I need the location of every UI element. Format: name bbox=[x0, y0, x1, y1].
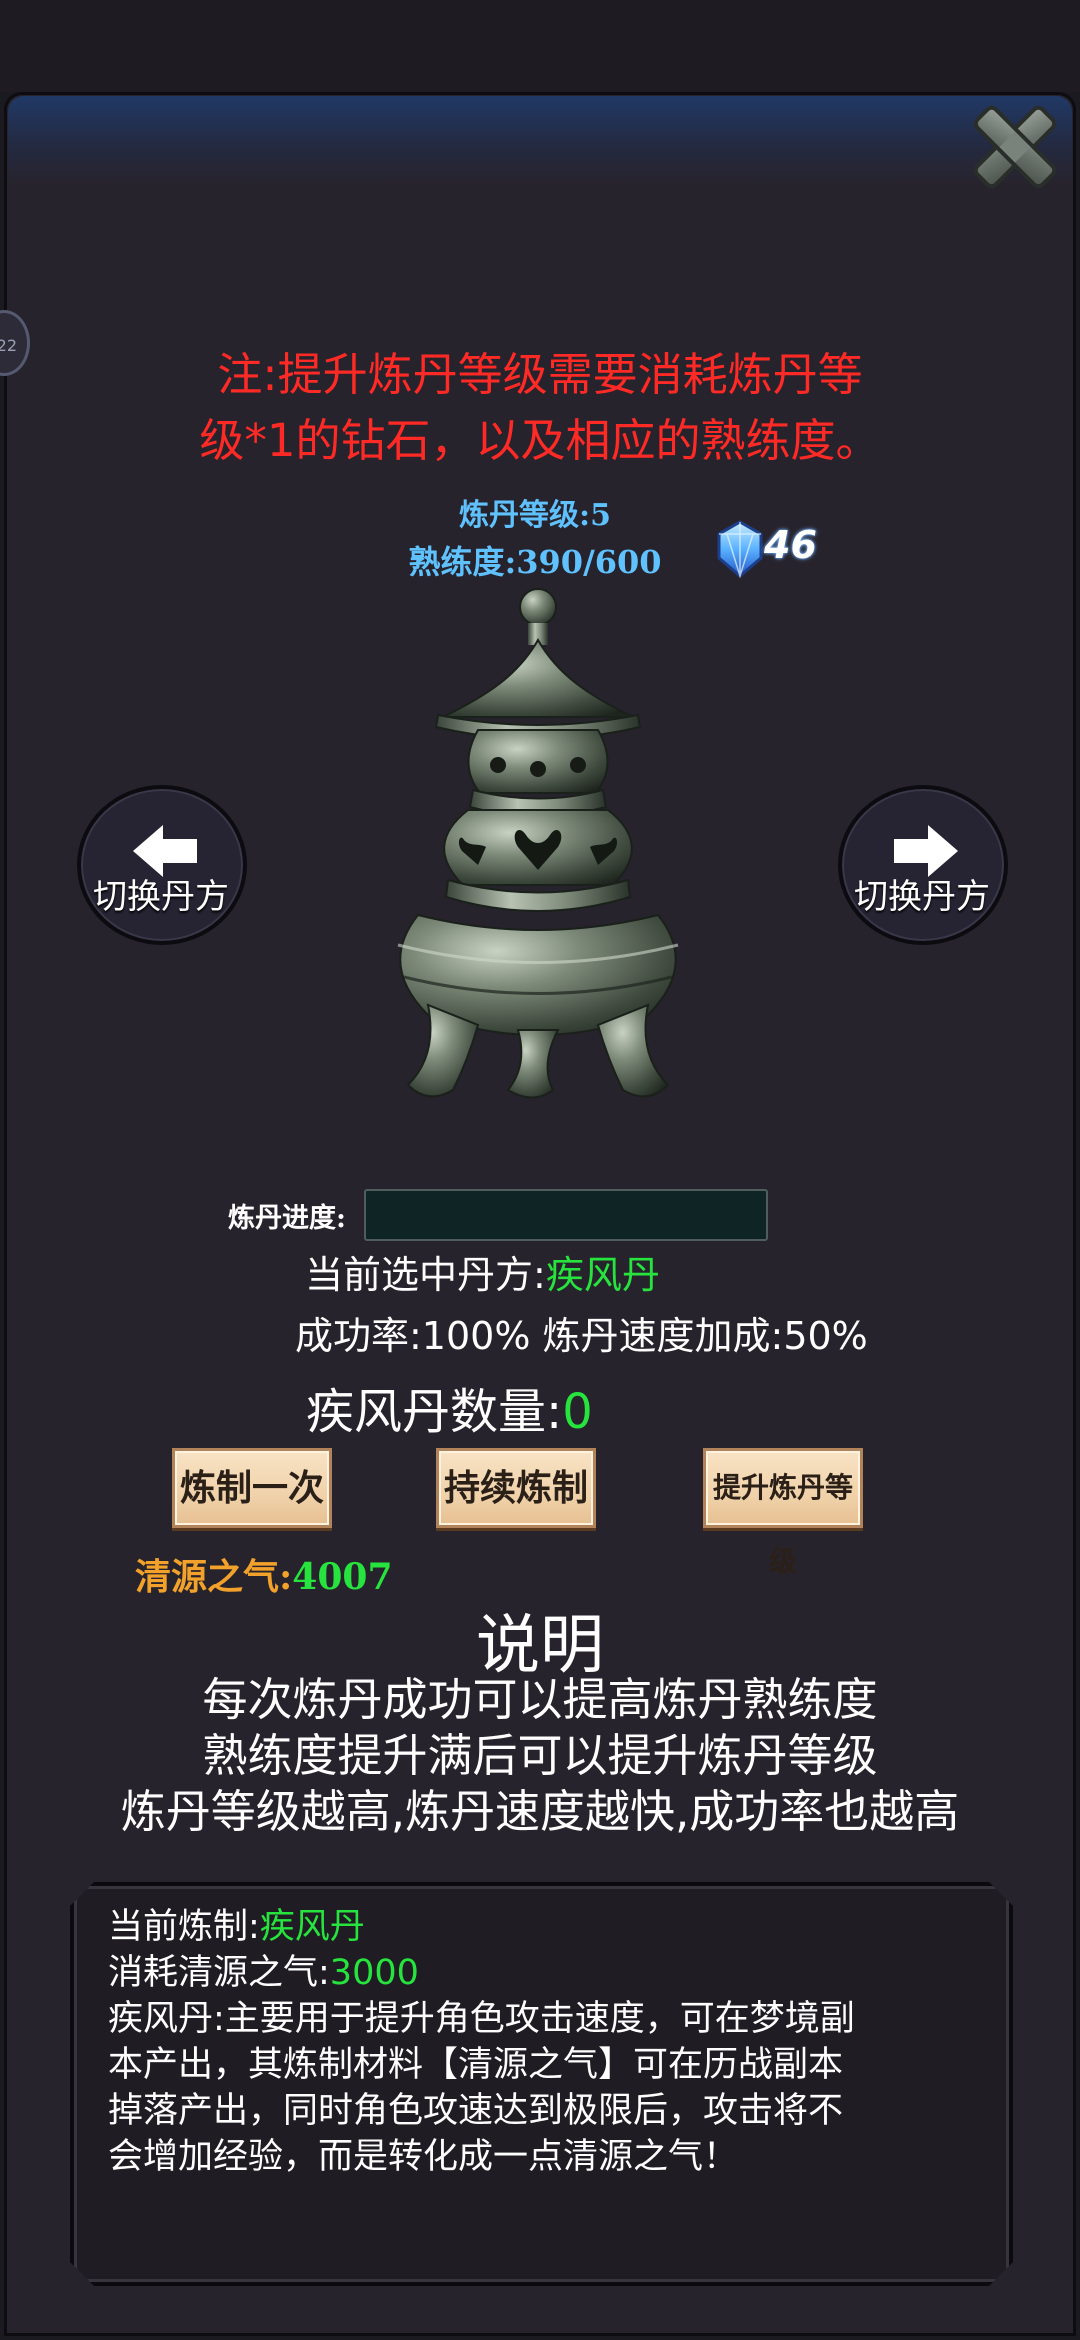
close-button[interactable] bbox=[960, 92, 1070, 202]
recipe-info-text: 当前炼制:疾风丹 消耗清源之气:3000 疾风丹:主要用于提升角色攻击速度，可在… bbox=[108, 1904, 988, 2180]
notice-line-1: 注:提升炼丹等级需要消耗炼丹等 bbox=[217, 348, 863, 401]
craft-continuous-button[interactable]: 持续炼制 bbox=[436, 1448, 596, 1528]
cost-label: 消耗清源之气: bbox=[108, 1953, 330, 1993]
level-value: 5 bbox=[590, 498, 611, 533]
cost-value: 3000 bbox=[329, 1953, 419, 1993]
description-line: 炼丹等级越高,炼丹速度越快,成功率也越高 bbox=[120, 1785, 960, 1838]
pill-count-value: 0 bbox=[562, 1384, 593, 1440]
current-craft-line: 当前炼制:疾风丹 bbox=[108, 1904, 988, 1950]
notice-line-2: 级*1的钻石，以及相应的熟练度。 bbox=[199, 414, 881, 467]
recipe-info-box: 当前炼制:疾风丹 消耗清源之气:3000 疾风丹:主要用于提升角色攻击速度，可在… bbox=[70, 1882, 1013, 2286]
description-line: 熟练度提升满后可以提升炼丹等级 bbox=[202, 1729, 878, 1782]
diamond-icon bbox=[717, 520, 763, 578]
craft-once-button[interactable]: 炼制一次 bbox=[172, 1448, 332, 1528]
info-body-line: 本产出，其炼制材料【清源之气】可在历战副本 bbox=[108, 2045, 844, 2085]
switch-left-label: 切换丹方 bbox=[93, 877, 229, 917]
switch-recipe-right-button[interactable]: 切换丹方 bbox=[838, 785, 1008, 945]
alchemy-progress-bar bbox=[364, 1189, 768, 1241]
switch-recipe-left-button[interactable]: 切换丹方 bbox=[77, 785, 247, 945]
info-body-line: 掉落产出，同时角色攻速达到极限后，攻击将不 bbox=[108, 2091, 844, 2131]
alchemy-level: 炼丹等级:5 bbox=[380, 490, 690, 534]
current-craft-value: 疾风丹 bbox=[259, 1907, 365, 1947]
close-icon bbox=[973, 105, 1057, 189]
progress-label: 炼丹进度: bbox=[228, 1203, 346, 1234]
description-line: 每次炼丹成功可以提高炼丹熟练度 bbox=[202, 1673, 878, 1726]
upgrade-level-button[interactable]: 提升炼丹等级 bbox=[703, 1448, 863, 1578]
switch-right-label: 切换丹方 bbox=[854, 877, 990, 917]
pill-count-label: 疾风丹数量: bbox=[306, 1384, 563, 1440]
info-body-line: 会增加经验，而是转化成一点清源之气！ bbox=[108, 2137, 739, 2177]
description-lines: 每次炼丹成功可以提高炼丹熟练度 熟练度提升满后可以提升炼丹等级 炼丹等级越高,炼… bbox=[0, 1672, 1080, 1840]
proficiency: 熟练度:390/600 bbox=[380, 537, 690, 583]
current-craft-label: 当前炼制: bbox=[108, 1907, 260, 1947]
selected-recipe-value: 疾风丹 bbox=[545, 1253, 660, 1297]
success-rate-line: 成功率:100% 炼丹速度加成:50% bbox=[295, 1314, 868, 1358]
info-body-line: 疾风丹:主要用于提升角色攻击速度，可在梦境副 bbox=[108, 1999, 855, 2039]
qi-resource: 清源之气:4007 bbox=[135, 1548, 393, 1600]
qi-label: 清源之气: bbox=[135, 1556, 293, 1598]
qi-value: 4007 bbox=[292, 1556, 393, 1598]
panel-header-glow bbox=[8, 96, 1072, 186]
top-status-area bbox=[0, 0, 1080, 92]
selected-recipe: 当前选中丹方:疾风丹 bbox=[305, 1244, 660, 1299]
level-label: 炼丹等级: bbox=[459, 498, 591, 533]
proficiency-current: 390 bbox=[516, 543, 584, 581]
side-tab-label: 22 bbox=[0, 336, 17, 355]
pill-count: 疾风丹数量:0 bbox=[306, 1372, 593, 1442]
upgrade-notice: 注:提升炼丹等级需要消耗炼丹等 级*1的钻石，以及相应的熟练度。 bbox=[100, 342, 980, 474]
proficiency-label: 熟练度: bbox=[408, 543, 517, 581]
alchemy-furnace bbox=[397, 588, 679, 1099]
cost-line: 消耗清源之气:3000 bbox=[108, 1950, 988, 1996]
selected-recipe-label: 当前选中丹方: bbox=[305, 1253, 546, 1297]
gem-count: 46 bbox=[764, 523, 817, 567]
proficiency-separator: / bbox=[583, 543, 595, 581]
proficiency-max: 600 bbox=[594, 543, 662, 581]
